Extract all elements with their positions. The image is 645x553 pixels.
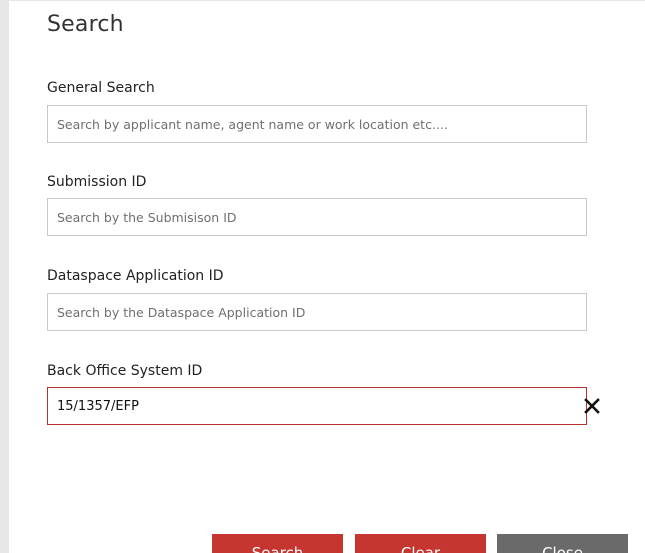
close-button[interactable]: Close <box>497 534 628 553</box>
search-button[interactable]: Search <box>212 534 343 553</box>
dataspace-application-id-label: Dataspace Application ID <box>47 268 224 284</box>
left-rail <box>0 0 9 553</box>
clear-button[interactable]: Clear <box>355 534 486 553</box>
dialog-title: Search <box>47 12 124 37</box>
search-dialog-frame: Search General Search Submission ID Data… <box>0 0 645 553</box>
search-panel: Search General Search Submission ID Data… <box>9 0 645 553</box>
dataspace-application-id-input[interactable] <box>47 293 587 331</box>
submission-id-input[interactable] <box>47 198 587 236</box>
back-office-system-id-label: Back Office System ID <box>47 363 203 379</box>
general-search-input[interactable] <box>47 105 587 143</box>
submission-id-label: Submission ID <box>47 174 147 190</box>
back-office-system-id-input[interactable] <box>47 387 587 425</box>
general-search-label: General Search <box>47 80 155 96</box>
close-icon[interactable] <box>583 397 601 415</box>
